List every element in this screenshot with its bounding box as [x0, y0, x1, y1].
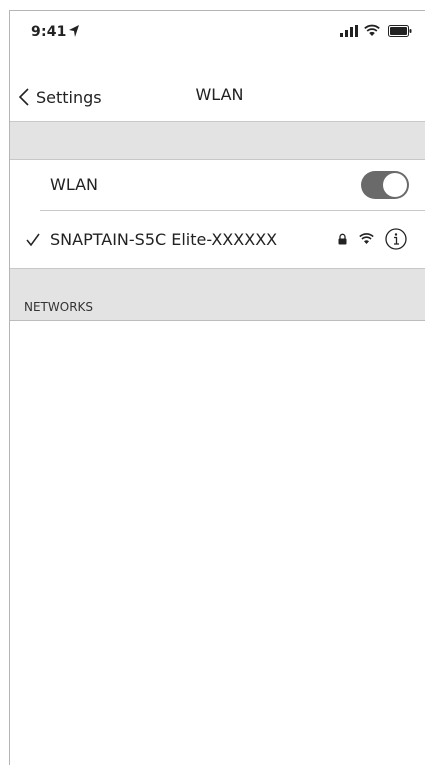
status-time: 9:41 — [31, 24, 67, 40]
navigation-bar: Settings WLAN — [10, 53, 425, 119]
wlan-toggle-row: WLAN — [10, 160, 425, 211]
wifi-icon — [359, 233, 374, 244]
section-spacer — [10, 121, 425, 160]
checkmark-icon — [26, 233, 40, 247]
info-icon[interactable] — [385, 228, 407, 250]
toggle-knob — [383, 173, 407, 197]
signal-icon — [340, 25, 358, 37]
networks-header: NETWORKS — [24, 300, 94, 314]
wlan-label: WLAN — [50, 175, 99, 194]
wlan-toggle[interactable] — [361, 171, 409, 199]
phone-screen: 9:41 Settings WLAN WLAN SNAPTAIN-S5C Eli… — [9, 10, 425, 765]
status-bar: 9:41 — [10, 11, 425, 53]
network-name: SNAPTAIN-S5C Elite-XXXXXX — [50, 230, 278, 249]
location-icon — [69, 25, 79, 37]
battery-icon — [388, 25, 412, 37]
lock-icon — [338, 233, 347, 245]
page-title: WLAN — [195, 85, 244, 104]
connected-network-row[interactable]: SNAPTAIN-S5C Elite-XXXXXX — [10, 211, 425, 268]
networks-section: NETWORKS — [10, 268, 425, 321]
wifi-icon — [364, 24, 380, 36]
